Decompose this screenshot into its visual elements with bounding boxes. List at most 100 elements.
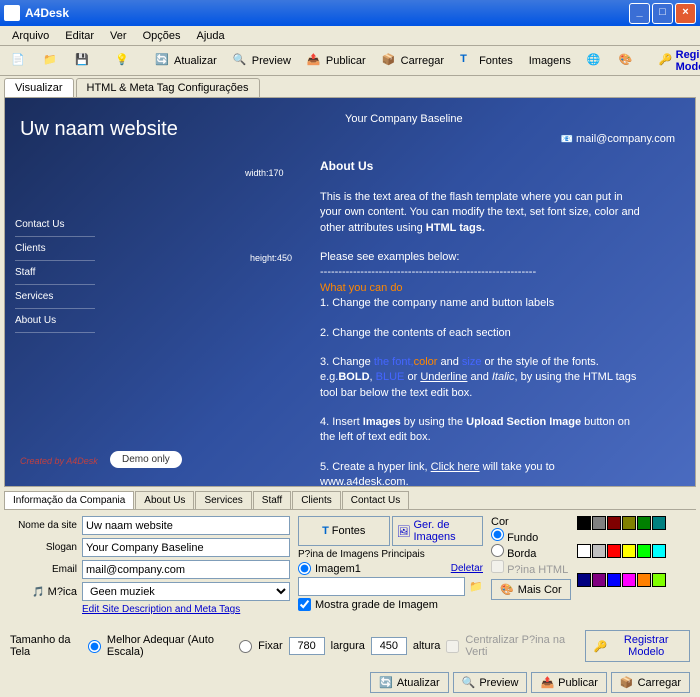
registrar-bottom-button[interactable]: 🔑Registrar Modelo (585, 630, 690, 662)
radio-borda[interactable] (491, 544, 504, 557)
refresh-icon: 🔄 (379, 676, 393, 689)
color-swatch[interactable] (592, 573, 606, 587)
palette-icon: 🎨 (619, 53, 635, 69)
nav-about-us[interactable]: About Us (15, 309, 95, 333)
color-swatch[interactable] (607, 544, 621, 558)
menubar: Arquivo Editar Ver Opções Ajuda (0, 26, 700, 46)
new-icon: 📄 (11, 53, 27, 69)
publish-icon: 📤 (307, 53, 323, 69)
checkbox-pagina-html (491, 560, 504, 573)
preview-button[interactable]: 🔍Preview (226, 49, 298, 73)
input-email[interactable] (82, 560, 290, 579)
section-tab-info[interactable]: Informação da Compania (4, 491, 134, 509)
registrar-button[interactable]: 🔑Registrar Modelo (652, 45, 700, 77)
preview-nav: Contact Us Clients Staff Services About … (15, 213, 95, 333)
radio-fixar[interactable] (239, 640, 252, 653)
section-tab-contact[interactable]: Contact Us (342, 491, 409, 509)
ger-imagens-button[interactable]: 🖼Ger. de Imagens (392, 516, 484, 546)
radio-imagem1[interactable] (298, 562, 311, 575)
fontes-button[interactable]: TFontes (453, 49, 520, 73)
creator-text: Created by A4Desk (20, 456, 98, 466)
color-swatch[interactable] (652, 516, 666, 530)
minimize-button[interactable]: _ (629, 3, 650, 24)
select-musica[interactable]: Geen muziek (82, 582, 290, 601)
section-tab-staff[interactable]: Staff (253, 491, 291, 509)
preview-bottom-button[interactable]: 🔍Preview (453, 672, 528, 693)
color-swatch[interactable] (607, 516, 621, 530)
checkbox-grade[interactable] (298, 598, 311, 611)
nav-contact-us[interactable]: Contact Us (15, 213, 95, 237)
menu-ajuda[interactable]: Ajuda (188, 28, 232, 43)
carregar-button[interactable]: 📦Carregar (375, 49, 451, 73)
section-tab-about[interactable]: About Us (135, 491, 194, 509)
radio-fundo[interactable] (491, 528, 504, 541)
color-swatch[interactable] (622, 544, 636, 558)
input-altura[interactable] (371, 637, 407, 655)
pagina-imagens-label: P?ina de Imagens Principais (298, 549, 483, 560)
input-slogan[interactable] (82, 538, 290, 557)
width-indicator: width:170 (245, 168, 284, 178)
nav-staff[interactable]: Staff (15, 261, 95, 285)
publicar-button[interactable]: 📤Publicar (300, 49, 373, 73)
grade-label: Mostra grade de Imagem (315, 599, 438, 611)
color-swatch[interactable] (652, 573, 666, 587)
globe-button[interactable]: 🌐 (580, 49, 610, 73)
menu-editar[interactable]: Editar (57, 28, 102, 43)
color-swatch[interactable] (637, 516, 651, 530)
toolbar: 📄 📁 💾 💡 🔄Atualizar 🔍Preview 📤Publicar 📦C… (0, 46, 700, 76)
color-swatch[interactable] (637, 544, 651, 558)
tab-visualizar[interactable]: Visualizar (4, 78, 74, 97)
tip-button[interactable]: 💡 (108, 49, 138, 73)
key-icon: 🔑 (659, 53, 673, 69)
atualizar-button[interactable]: 🔄Atualizar (148, 49, 224, 73)
carregar-bottom-button[interactable]: 📦Carregar (611, 672, 690, 693)
nav-clients[interactable]: Clients (15, 237, 95, 261)
color-swatch[interactable] (622, 516, 636, 530)
section-tab-clients[interactable]: Clients (292, 491, 341, 509)
preview-icon: 🔍 (233, 53, 249, 69)
preview-baseline: Your Company Baseline (345, 113, 463, 125)
color-palette (577, 516, 666, 600)
color-swatch[interactable] (577, 573, 591, 587)
menu-arquivo[interactable]: Arquivo (4, 28, 57, 43)
atualizar-bottom-button[interactable]: 🔄Atualizar (370, 672, 449, 693)
image-path-input[interactable] (298, 577, 465, 596)
maximize-button[interactable]: □ (652, 3, 673, 24)
imagens-button[interactable]: Imagens (522, 51, 578, 71)
fontes-mid-button[interactable]: TFontes (298, 516, 390, 546)
color-swatch[interactable] (622, 573, 636, 587)
publicar-bottom-button[interactable]: 📤Publicar (531, 672, 606, 693)
input-largura[interactable] (289, 637, 325, 655)
height-indicator: height:450 (250, 253, 292, 263)
color-swatch[interactable] (637, 573, 651, 587)
close-button[interactable]: × (675, 3, 696, 24)
key-icon: 🔑 (594, 640, 608, 653)
menu-opcoes[interactable]: Opções (135, 28, 189, 43)
color-swatch[interactable] (592, 516, 606, 530)
mais-cor-button[interactable]: 🎨Mais Cor (491, 579, 571, 600)
upload-icon: 📦 (620, 676, 634, 689)
palette-button[interactable]: 🎨 (612, 49, 642, 73)
color-swatch[interactable] (607, 573, 621, 587)
color-swatch[interactable] (652, 544, 666, 558)
tab-html-meta[interactable]: HTML & Meta Tag Configurações (76, 78, 260, 97)
font-icon: T (322, 525, 329, 537)
radio-auto-scale[interactable] (88, 640, 101, 653)
color-swatch[interactable] (577, 516, 591, 530)
nav-services[interactable]: Services (15, 285, 95, 309)
color-swatch[interactable] (577, 544, 591, 558)
open-button[interactable]: 📁 (36, 49, 66, 73)
form-panel: Nome da site Slogan Email 🎵 M?icaGeen mu… (0, 510, 700, 624)
input-nome[interactable] (82, 516, 290, 535)
label-musica: 🎵 M?ica (10, 586, 82, 598)
menu-ver[interactable]: Ver (102, 28, 135, 43)
publish-icon: 📤 (540, 676, 554, 689)
save-button[interactable]: 💾 (68, 49, 98, 73)
tamanho-label: Tamanho da Tela (10, 634, 82, 658)
deletar-link[interactable]: Deletar (451, 563, 483, 574)
section-tab-services[interactable]: Services (195, 491, 251, 509)
new-button[interactable]: 📄 (4, 49, 34, 73)
edit-meta-link[interactable]: Edit Site Description and Meta Tags (82, 604, 240, 615)
color-swatch[interactable] (592, 544, 606, 558)
browse-icon[interactable]: 📁 (469, 580, 483, 593)
